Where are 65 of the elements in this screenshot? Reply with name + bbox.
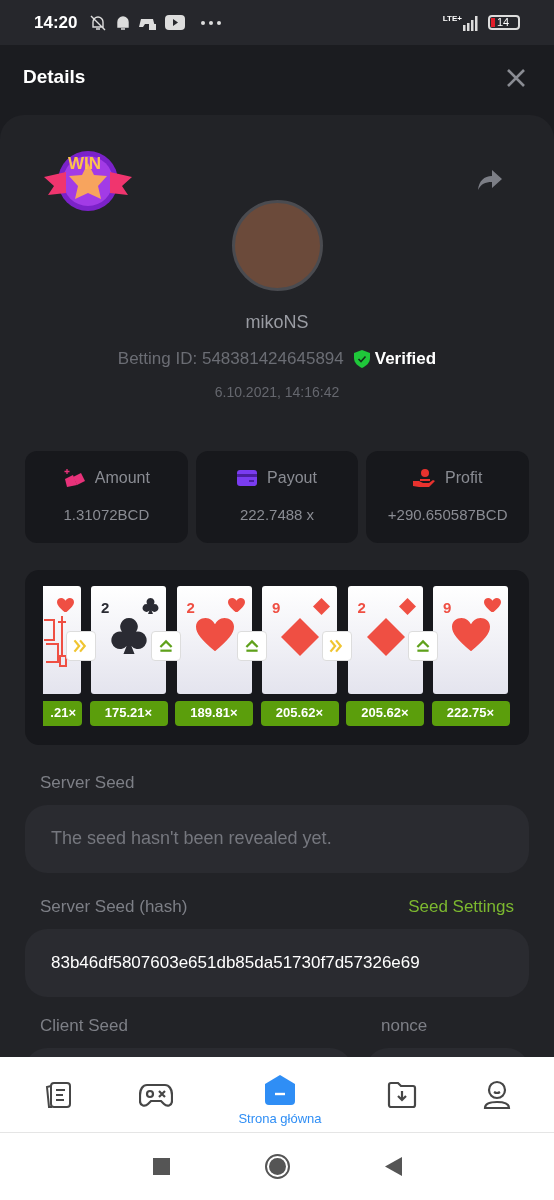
server-seed-hash-field[interactable]: 83b46df5807603e651db85da51730f7d57326e69 [25,928,529,997]
suit-icon [281,617,319,656]
suit-icon [227,597,245,613]
card-rank: 2 [101,599,110,615]
multiplier-tag: 205.62× [260,700,339,726]
suit-icon [56,597,74,613]
field-label: Client Seed [40,1014,128,1037]
win-badge-text: WIN [68,155,102,172]
stat-label: Profit [445,468,483,489]
multiplier-tag: 189.81× [175,700,253,726]
amount-coins-icon [62,469,85,488]
field-label: Server Seed [40,771,135,794]
page-title: Details [23,65,86,90]
bet-date: 6.10.2021, 14:16:42 [214,382,340,402]
betting-id: Betting ID: 548381424645894 [117,348,344,370]
card-icon [237,470,258,487]
status-time: 14:20 [34,11,78,34]
home-icon [264,1074,295,1105]
hand-person-icon [413,469,435,488]
card-rank: 2 [186,599,195,615]
suit-icon [366,617,405,656]
suit-icon [484,597,501,613]
multiplier-tag: 205.62× [346,700,424,726]
suit-icon [195,617,234,651]
video-play-icon [165,15,186,30]
recents-button[interactable] [152,1158,170,1175]
bell-off-icon [89,13,108,32]
card-rank: 2 [357,599,366,615]
back-button[interactable] [384,1157,402,1176]
server-seed-field[interactable]: The seed hasn't been revealed yet. [25,804,529,873]
skip-arrows-icon [322,630,352,661]
field-label: Server Seed (hash) [40,895,188,918]
verified-shield-icon [353,349,370,368]
profile-icon [483,1079,512,1110]
stat-value: 222.7488 x [239,505,315,526]
suit-icon [452,617,490,651]
download-folder-icon [387,1080,418,1109]
username: mikoNS [245,311,309,334]
close-button[interactable] [505,66,527,89]
network-type: LTE+ [442,15,462,23]
suit-icon [313,597,330,615]
verified-label: Verified [374,348,437,370]
multiplier-tag: 175.21× [89,700,168,726]
multiplier-tag: 222.75× [431,700,510,726]
stat-label: Payout [267,468,317,489]
suit-icon [398,597,416,615]
multiplier-tag: .21× [43,700,82,726]
more-icon [201,20,222,25]
signal-icon [462,14,480,31]
nav-tab[interactable] [387,1080,418,1109]
card-rank: 9 [443,599,452,615]
bell-icon [115,13,132,32]
stat-value: 1.31072BCD [63,505,150,526]
stat-label: Amount [94,468,150,489]
nav-tab[interactable] [483,1079,512,1110]
share-icon[interactable] [478,170,502,190]
suit-icon [110,617,148,656]
nav-tab[interactable]: Strona główna [238,1060,322,1129]
seed-settings-link[interactable]: Seed Settings [408,893,514,920]
battery-icon: 14 [488,15,520,30]
suit-icon [142,597,159,615]
card-rank: 9 [272,599,281,615]
home-button[interactable] [264,1154,290,1179]
stat-value: +290.650587BCD [387,505,508,526]
field-label: nonce [381,1014,428,1037]
